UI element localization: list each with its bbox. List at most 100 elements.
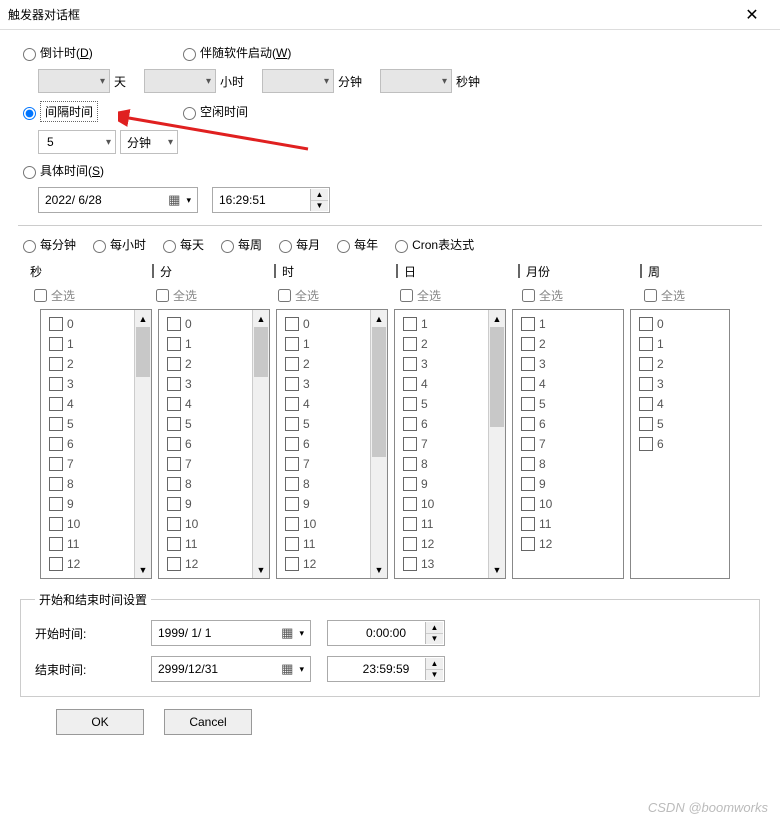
list-item[interactable]: 11 [281,534,368,554]
list-item[interactable]: 5 [45,414,132,434]
listbox-min[interactable]: 0123456789101112 ▲▼ [158,309,270,579]
radio-per-year[interactable]: 每年 [332,236,378,253]
listbox-sec[interactable]: 0123456789101112 ▲▼ [40,309,152,579]
scrollbar[interactable]: ▲▼ [252,310,269,578]
list-item[interactable]: 2 [517,334,621,354]
list-item[interactable]: 2 [281,354,368,374]
listbox-week[interactable]: 0123456 [630,309,730,579]
list-item[interactable]: 0 [163,314,250,334]
listbox-hour[interactable]: 0123456789101112 ▲▼ [276,309,388,579]
list-item[interactable]: 9 [281,494,368,514]
list-item[interactable]: 9 [45,494,132,514]
list-item[interactable]: 1 [635,334,727,354]
list-item[interactable]: 9 [399,474,486,494]
spinner-specific-time[interactable]: ▲▼ [310,189,328,211]
list-item[interactable]: 9 [163,494,250,514]
radio-per-minute[interactable]: 每分钟 [18,236,76,253]
list-item[interactable]: 6 [45,434,132,454]
list-item[interactable]: 12 [45,554,132,574]
list-item[interactable]: 2 [635,354,727,374]
selectall-day[interactable]: 全选 [396,286,518,305]
list-item[interactable]: 10 [163,514,250,534]
input-end-date[interactable]: 2999/12/31 ▦ ▾ [151,656,311,682]
dropdown-interval-unit[interactable]: 分钟▾ [120,130,178,154]
input-start-time[interactable]: 0:00:00 ▲▼ [327,620,445,646]
list-item[interactable]: 7 [45,454,132,474]
dropdown-minutes[interactable]: ▾ [262,69,334,93]
radio-countdown[interactable]: 倒计时(D) [18,44,158,61]
list-item[interactable]: 5 [399,394,486,414]
list-item[interactable]: 11 [517,514,621,534]
list-item[interactable]: 2 [45,354,132,374]
list-item[interactable]: 3 [399,354,486,374]
selectall-month[interactable]: 全选 [518,286,640,305]
selectall-hour[interactable]: 全选 [274,286,396,305]
input-end-time[interactable]: 23:59:59 ▲▼ [327,656,445,682]
list-item[interactable]: 7 [163,454,250,474]
list-item[interactable]: 1 [399,314,486,334]
list-item[interactable]: 2 [399,334,486,354]
list-item[interactable]: 7 [399,434,486,454]
input-start-date[interactable]: 1999/ 1/ 1 ▦ ▾ [151,620,311,646]
list-item[interactable]: 4 [281,394,368,414]
list-item[interactable]: 4 [635,394,727,414]
scrollbar[interactable]: ▲▼ [488,310,505,578]
list-item[interactable]: 11 [163,534,250,554]
list-item[interactable]: 5 [281,414,368,434]
list-item[interactable]: 5 [517,394,621,414]
list-item[interactable]: 1 [163,334,250,354]
input-specific-date[interactable]: 2022/ 6/28 ▦ ▾ [38,187,198,213]
list-item[interactable]: 10 [45,514,132,534]
list-item[interactable]: 3 [635,374,727,394]
list-item[interactable]: 10 [517,494,621,514]
list-item[interactable]: 8 [45,474,132,494]
list-item[interactable]: 4 [399,374,486,394]
list-item[interactable]: 1 [517,314,621,334]
list-item[interactable]: 5 [635,414,727,434]
list-item[interactable]: 3 [163,374,250,394]
list-item[interactable]: 12 [163,554,250,574]
list-item[interactable]: 10 [281,514,368,534]
list-item[interactable]: 7 [517,434,621,454]
listbox-month[interactable]: 123456789101112 [512,309,624,579]
radio-interval[interactable]: 间隔时间 [18,101,158,122]
list-item[interactable]: 1 [281,334,368,354]
list-item[interactable]: 0 [45,314,132,334]
list-item[interactable]: 11 [399,514,486,534]
list-item[interactable]: 3 [517,354,621,374]
list-item[interactable]: 6 [635,434,727,454]
scrollbar[interactable]: ▲▼ [370,310,387,578]
listbox-day[interactable]: 12345678910111213 ▲▼ [394,309,506,579]
list-item[interactable]: 0 [281,314,368,334]
input-specific-time[interactable]: 16:29:51 ▲▼ [212,187,330,213]
scrollbar[interactable]: ▲▼ [134,310,151,578]
radio-specific[interactable]: 具体时间(S) [18,162,104,179]
list-item[interactable]: 4 [163,394,250,414]
dropdown-seconds[interactable]: ▾ [380,69,452,93]
radio-idle[interactable]: 空闲时间 [178,103,248,120]
list-item[interactable]: 9 [517,474,621,494]
radio-per-hour[interactable]: 每小时 [88,236,146,253]
list-item[interactable]: 11 [45,534,132,554]
cancel-button[interactable]: Cancel [164,709,252,735]
radio-per-week[interactable]: 每周 [216,236,262,253]
radio-with-software[interactable]: 伴随软件启动(W) [178,44,291,61]
list-item[interactable]: 6 [399,414,486,434]
list-item[interactable]: 8 [163,474,250,494]
list-item[interactable]: 1 [45,334,132,354]
list-item[interactable]: 8 [399,454,486,474]
list-item[interactable]: 10 [399,494,486,514]
list-item[interactable]: 8 [517,454,621,474]
list-item[interactable]: 12 [281,554,368,574]
radio-cron-expr[interactable]: Cron表达式 [390,236,474,253]
close-button[interactable]: ✕ [732,1,772,29]
dropdown-days[interactable]: ▾ [38,69,110,93]
ok-button[interactable]: OK [56,709,144,735]
selectall-week[interactable]: 全选 [640,286,750,305]
list-item[interactable]: 2 [163,354,250,374]
list-item[interactable]: 0 [635,314,727,334]
list-item[interactable]: 6 [163,434,250,454]
list-item[interactable]: 12 [517,534,621,554]
list-item[interactable]: 4 [45,394,132,414]
list-item[interactable]: 7 [281,454,368,474]
